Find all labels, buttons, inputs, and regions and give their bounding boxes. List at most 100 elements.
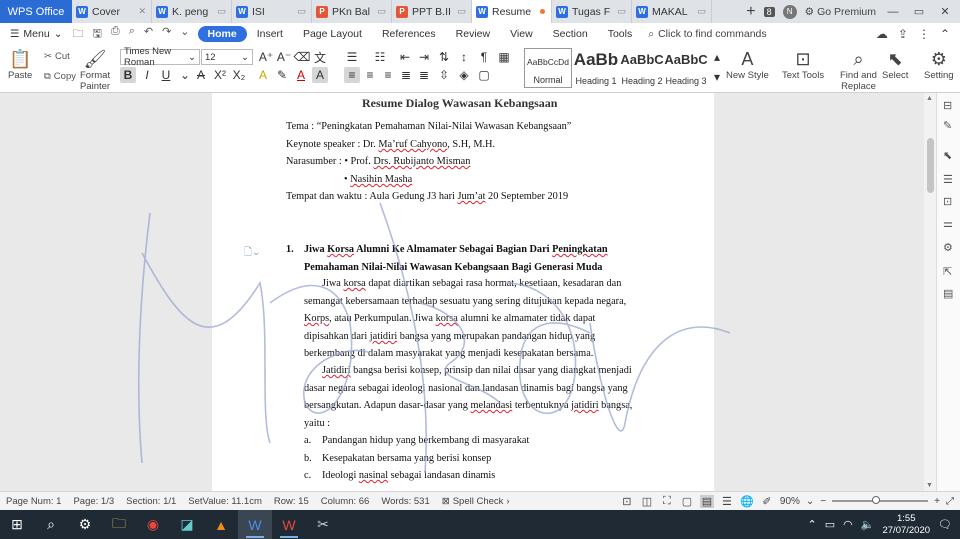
tab-insert[interactable]: Insert [247,26,293,42]
close-icon[interactable]: ▭ [617,6,626,17]
collapse-ribbon-icon[interactable]: ⌃ [940,27,950,41]
doc-tab-makal[interactable]: W MAKAL ▭ [632,0,712,23]
bold-icon[interactable]: B [120,67,136,83]
find-replace-button[interactable]: ⌕ Find and Replace [840,48,877,92]
character-shading-icon[interactable]: A [312,67,328,83]
backup-icon[interactable]: ⊡ [943,195,952,208]
zoom-dropdown-icon[interactable]: ⌄ [806,496,814,507]
shading-icon[interactable]: ◈ [456,67,472,83]
snipping-tool-icon[interactable]: ✂ [306,510,340,539]
close-icon[interactable]: ▭ [457,6,466,17]
zoom-out-icon[interactable]: − [820,496,826,507]
style-heading-3[interactable]: AaBbC Heading 3 [664,48,708,88]
cloud-sync-icon[interactable]: ☁ [876,27,888,41]
table-borders-icon[interactable]: ▦ [496,49,512,65]
spell-check-button[interactable]: ⊠ Spell Check › [436,496,516,507]
subscript-icon[interactable]: X₂ [231,67,247,83]
zoom-slider[interactable] [832,496,929,504]
page-view-icon[interactable]: ▤ [699,494,714,508]
increase-indent-icon[interactable]: ⇥ [416,49,432,65]
font-size-select[interactable]: 12 ⌄ [201,49,253,65]
distributed-icon[interactable]: ≣ [416,67,432,83]
dropdown-icon[interactable]: ⌄ [177,67,193,83]
grow-font-icon[interactable]: A⁺ [258,49,274,65]
minimize-icon[interactable]: — [884,6,902,18]
bullets-icon[interactable]: ☰ [344,49,360,65]
show-marks-icon[interactable]: ¶ [476,49,492,65]
volume-icon[interactable]: 🔈 [861,518,875,531]
highlight-icon[interactable]: ✎ [274,67,290,83]
vertical-scrollbar[interactable]: ▲ ▼ [924,93,936,491]
redo-icon[interactable]: ↷ [162,25,171,44]
tray-chevron-up-icon[interactable]: ⌃ [808,518,817,531]
close-icon[interactable]: ✕ [138,6,146,17]
vlc-icon[interactable]: ▲ [204,510,238,539]
tab-references[interactable]: References [372,26,446,42]
text-effect-icon[interactable]: A [255,67,271,83]
select-button[interactable]: ⬉ Select [882,48,908,81]
save-icon[interactable]: 🖫 [93,25,102,44]
justify-icon[interactable]: ≣ [398,67,414,83]
print-icon[interactable]: ⎙ [111,25,120,44]
more-options-icon[interactable]: ⋮ [918,27,930,41]
italic-icon[interactable]: I [139,67,155,83]
sort-icon[interactable]: ⇅ [436,49,452,65]
document-page[interactable]: Resume Dialog Wawasan Kebangsaan Tema : … [212,93,714,491]
file-explorer-icon[interactable]: 🗀 [102,510,136,539]
fit-window-icon[interactable]: ⤢ [946,496,954,507]
chrome-icon[interactable]: ◉ [136,510,170,539]
doc-tab-resume[interactable]: W Resume [472,0,552,23]
align-left-icon[interactable]: ≡ [344,67,360,83]
doc-tab-isi[interactable]: W ISI ▭ [232,0,312,23]
full-screen-icon[interactable]: ▢ [680,495,694,508]
copy-button[interactable]: ⧉ Copy [44,71,76,82]
new-tab-plus-icon[interactable]: + [746,3,755,21]
underline-icon[interactable]: U [158,67,174,83]
styles-scroll-up-icon[interactable]: ▴ [709,49,725,65]
filter-icon[interactable]: ⚙ [943,241,953,254]
wps-home-tab[interactable]: WPS Office [0,0,72,23]
borders-icon[interactable]: ▢ [476,67,492,83]
align-right-icon[interactable]: ≡ [380,67,396,83]
tab-tools[interactable]: Tools [598,26,643,42]
font-name-select[interactable]: Times New Roman ⌄ [120,46,200,68]
wps-office-icon[interactable]: W [272,510,306,539]
doc-tab-k-peng[interactable]: W K. peng ▭ [152,0,232,23]
open-folder-icon[interactable]: 🗀 [73,25,84,44]
wps-writer-icon[interactable]: W [238,510,272,539]
tab-count-badge[interactable]: 8 [763,6,775,17]
tab-review[interactable]: Review [446,26,500,42]
doc-tab-pkn[interactable]: P PKn Bal ▭ [312,0,392,23]
settings-button[interactable]: ⚙ Setting [924,48,954,81]
strikethrough-icon[interactable]: A [193,67,209,83]
zoom-in-icon[interactable]: + [934,496,940,507]
zoom-slider-knob[interactable] [872,496,881,504]
text-tools-button[interactable]: ⊡ Text Tools [782,48,824,81]
close-window-icon[interactable]: ✕ [936,5,954,18]
status-page[interactable]: Page: 1/3 [67,496,120,507]
new-style-button[interactable]: A New Style [726,48,769,81]
close-icon[interactable]: ▭ [217,6,226,17]
tab-home[interactable]: Home [197,26,247,42]
avatar[interactable]: N [782,4,797,19]
main-menu-button[interactable]: ☰ Menu ⌄ [0,28,73,40]
scroll-thumb[interactable] [927,138,934,193]
tab-page-layout[interactable]: Page Layout [293,26,372,42]
document-area[interactable]: Resume Dialog Wawasan Kebangsaan Tema : … [0,93,924,491]
style-normal[interactable]: AaBbCcDd Normal [524,48,572,88]
doc-tab-ppt[interactable]: P PPT B.II ▭ [392,0,472,23]
notification-icon[interactable]: 🗨 [938,518,952,531]
more-icon[interactable]: ⌄ [180,25,189,44]
panel-toggle-icon[interactable]: ⊟ [943,99,952,112]
font-color-icon[interactable]: A [293,67,309,83]
share-icon[interactable]: ⇱ [943,265,952,278]
shrink-font-icon[interactable]: A⁻ [276,49,292,65]
app-icon[interactable]: ◪ [170,510,204,539]
adjust-icon[interactable]: ⚌ [943,217,953,230]
settings-icon[interactable]: ⚙ [68,510,102,539]
windows-start-icon[interactable]: ⊞ [0,510,34,539]
status-words[interactable]: Words: 531 [375,496,435,507]
line-spacing-icon[interactable]: ↕ [456,49,472,65]
close-icon[interactable]: ▭ [377,6,386,17]
cut-button[interactable]: ✂ Cut [44,51,70,62]
